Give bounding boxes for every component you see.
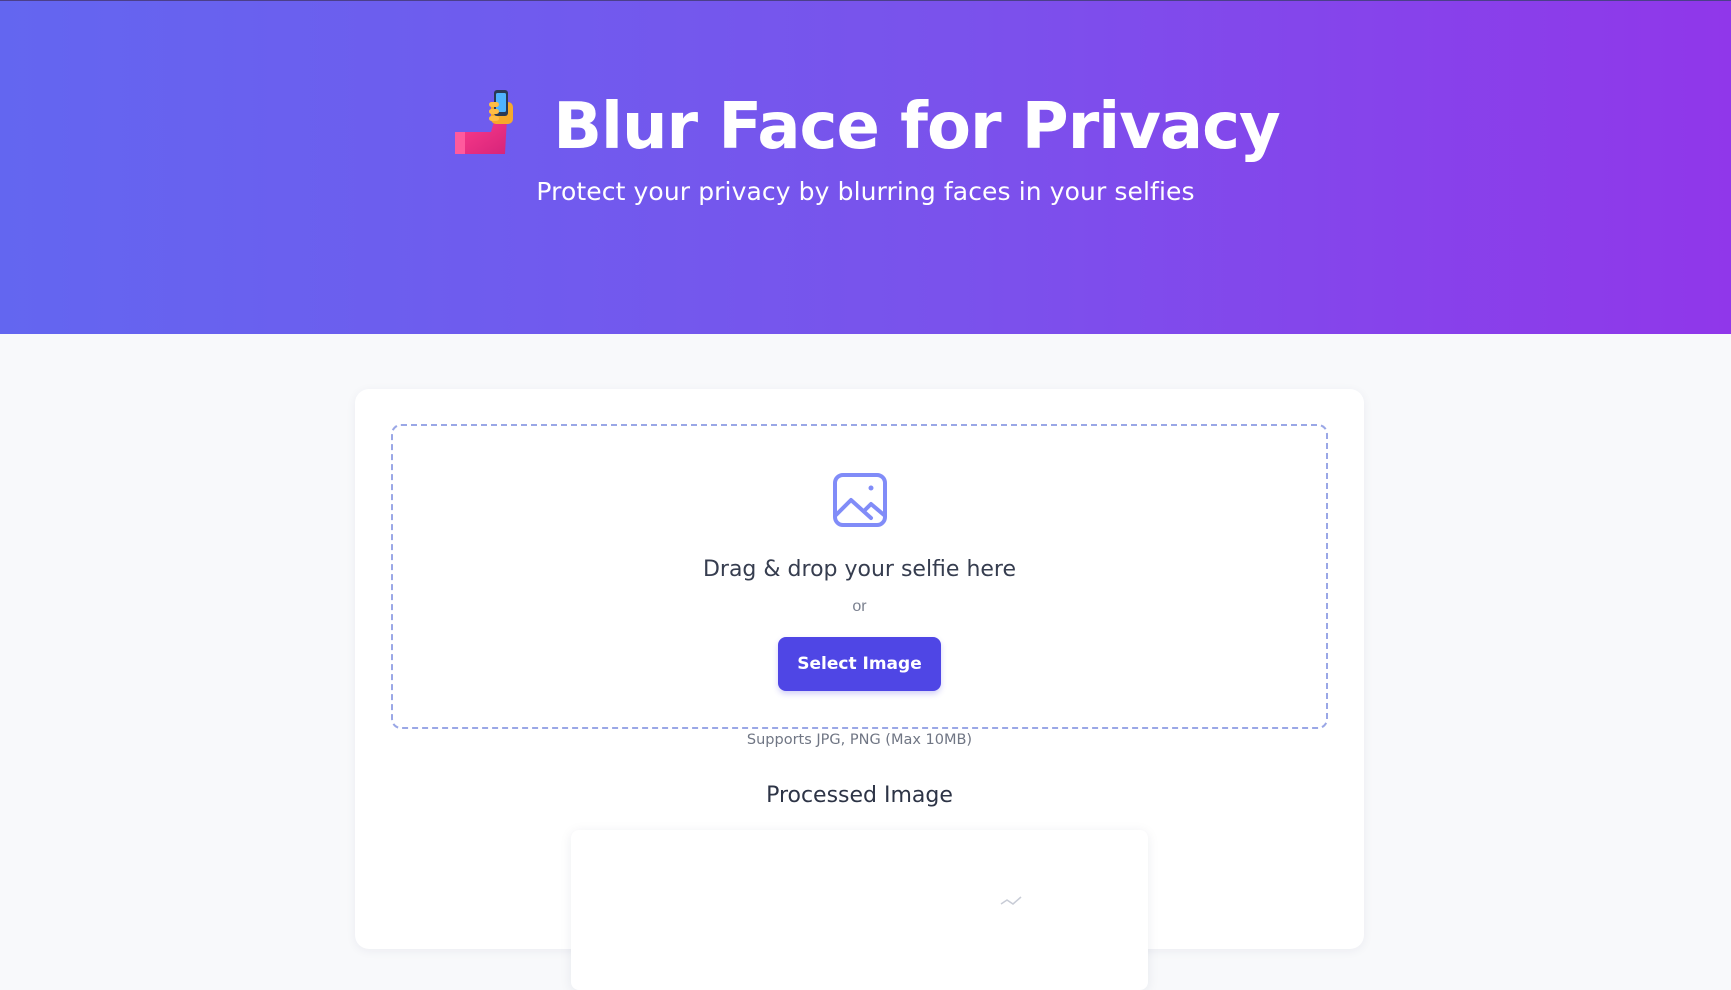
page-title-row: Blur Face for Privacy: [0, 81, 1731, 171]
processed-image-preview: [571, 830, 1148, 990]
supported-formats-note: Supports JPG, PNG (Max 10MB): [746, 732, 973, 748]
drop-instruction: Drag & drop your selfie here: [702, 557, 1017, 582]
dropzone[interactable]: Drag & drop your selfie here or Select I…: [391, 424, 1328, 729]
processed-image-title: Processed Image: [766, 783, 953, 808]
selfie-icon: [451, 88, 517, 165]
hero-header: Blur Face for Privacy Protect your priva…: [0, 0, 1731, 334]
upload-card: Drag & drop your selfie here or Select I…: [355, 389, 1364, 990]
select-image-button[interactable]: Select Image: [778, 637, 941, 691]
page-subtitle: Protect your privacy by blurring faces i…: [536, 177, 1195, 206]
page-title: Blur Face for Privacy: [553, 90, 1281, 164]
or-separator: or: [852, 598, 867, 615]
